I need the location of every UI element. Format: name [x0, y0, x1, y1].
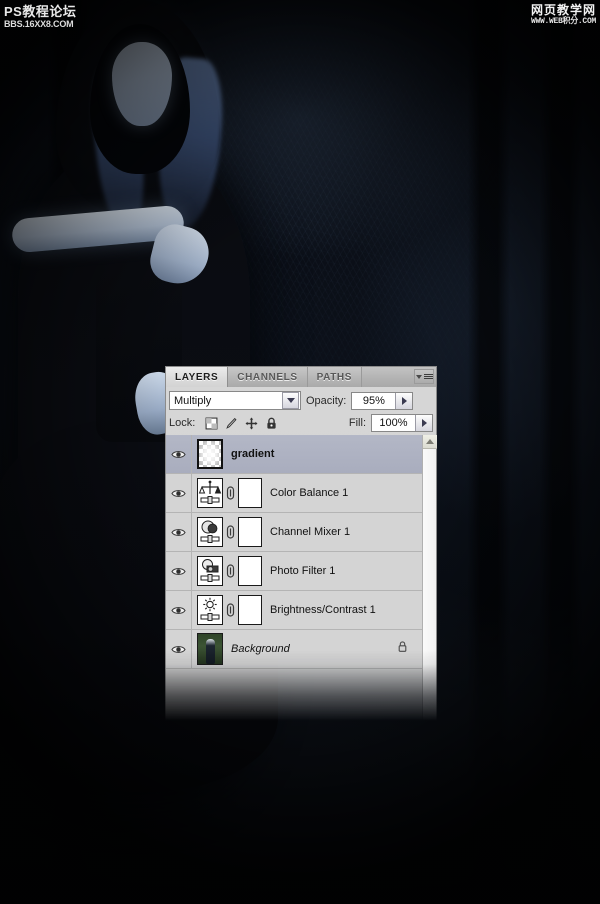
opacity-stepper-icon[interactable]: [395, 392, 413, 409]
table-row[interactable]: Brightness/Contrast 1: [166, 591, 436, 630]
link-mask-icon[interactable]: [226, 564, 235, 578]
lock-transparency-icon[interactable]: [205, 417, 218, 430]
layer-mask-thumbnail[interactable]: [238, 595, 262, 625]
color-balance-adjustment-icon: [198, 480, 222, 504]
layer-mask-thumbnail[interactable]: [238, 517, 262, 547]
lock-image-pixels-icon[interactable]: [225, 417, 238, 430]
layer-visibility-toggle[interactable]: [166, 474, 192, 512]
tab-paths[interactable]: PATHS: [307, 367, 363, 387]
opacity-label: Opacity:: [306, 394, 347, 407]
layer-name[interactable]: Channel Mixer 1: [270, 526, 350, 538]
layer-name[interactable]: Color Balance 1: [270, 487, 348, 499]
watermark-right-title: 网页教学网: [530, 3, 596, 17]
fill-label: Fill:: [348, 417, 366, 429]
layer-thumbnails: [192, 478, 262, 508]
table-row[interactable]: Background: [166, 630, 436, 669]
layer-list-scrollbar[interactable]: [422, 435, 437, 720]
photo-filter-adjustment-icon: [200, 559, 220, 582]
panel-tab-strip: LAYERS CHANNELS PATHS: [166, 367, 436, 387]
layer-name[interactable]: Background: [231, 643, 290, 655]
brightness-contrast-adjustment-icon: [200, 597, 220, 621]
scroll-up-arrow-icon[interactable]: [423, 435, 437, 449]
table-row[interactable]: Photo Filter 1: [166, 552, 436, 591]
layer-thumbnail[interactable]: [197, 439, 223, 469]
layer-thumbnail[interactable]: [197, 633, 223, 665]
chevron-down-icon[interactable]: [282, 392, 299, 409]
lock-icon-group: [205, 417, 278, 430]
lock-icon: [398, 641, 407, 652]
fill-group: Fill: 100%: [349, 414, 433, 432]
fill-stepper-icon[interactable]: [415, 415, 432, 431]
tab-layers[interactable]: LAYERS: [166, 367, 229, 387]
tab-paths-label: PATHS: [316, 371, 353, 383]
tab-channels[interactable]: CHANNELS: [228, 367, 308, 387]
table-row[interactable]: Color Balance 1: [166, 474, 436, 513]
table-row[interactable]: Channel Mixer 1: [166, 513, 436, 552]
blend-mode-value: Multiply: [174, 394, 212, 407]
fill-value: 100%: [379, 417, 408, 429]
layer-visibility-toggle[interactable]: [166, 513, 192, 551]
lock-fill-row: Lock: Fill: 100%: [169, 413, 433, 433]
layers-panel: LAYERS CHANNELS PATHS Multiply Opacity: …: [165, 366, 437, 721]
link-mask-icon[interactable]: [226, 486, 235, 500]
layer-thumbnails: [192, 595, 262, 625]
watermark-left-url: BBS.16XX8.COM: [4, 19, 74, 29]
eye-icon: [171, 450, 186, 458]
layer-thumbnail[interactable]: [197, 517, 223, 547]
fill-field[interactable]: 100%: [371, 414, 433, 432]
blend-opacity-row: Multiply Opacity: 95%: [169, 390, 433, 411]
panel-menu-lines-icon: [423, 374, 433, 379]
panel-menu-icon[interactable]: [414, 369, 434, 384]
eye-icon: [171, 528, 186, 536]
layer-thumbnail[interactable]: [197, 595, 223, 625]
table-row[interactable]: gradient: [166, 435, 436, 474]
eye-icon: [171, 489, 186, 497]
tab-channels-label: CHANNELS: [237, 371, 298, 383]
lock-position-icon[interactable]: [245, 417, 258, 430]
layer-visibility-toggle[interactable]: [166, 630, 192, 668]
link-mask-icon[interactable]: [226, 603, 235, 617]
watermark-left-title: PS教程论坛: [4, 4, 77, 19]
layer-visibility-toggle[interactable]: [166, 435, 192, 473]
layer-thumbnails: [192, 439, 223, 469]
layer-list[interactable]: gradient Color Balance 1 Channel Mixer 1…: [166, 435, 436, 720]
blend-mode-select[interactable]: Multiply: [169, 391, 301, 410]
watermark-right-url: WWW.WEB积分.COM: [531, 17, 596, 26]
layer-visibility-toggle[interactable]: [166, 591, 192, 629]
channel-mixer-adjustment-icon: [200, 520, 220, 543]
eye-icon: [171, 567, 186, 575]
layer-mask-thumbnail[interactable]: [238, 478, 262, 508]
layer-thumbnails: [192, 633, 223, 665]
eye-icon: [171, 645, 186, 653]
layer-locked-badge: [397, 640, 408, 658]
lock-label: Lock:: [169, 417, 196, 429]
opacity-field[interactable]: 95%: [351, 391, 414, 410]
layer-mask-thumbnail[interactable]: [238, 556, 262, 586]
layer-name[interactable]: Brightness/Contrast 1: [270, 604, 376, 616]
layer-visibility-toggle[interactable]: [166, 552, 192, 590]
opacity-value: 95%: [362, 394, 385, 407]
layer-thumbnail[interactable]: [197, 556, 223, 586]
lock-all-icon[interactable]: [265, 417, 278, 430]
watermark-left: PS教程论坛 BBS.16XX8.COM: [4, 4, 76, 30]
watermark-right: 网页教学网 WWW.WEB积分.COM: [531, 3, 596, 27]
tab-layers-label: LAYERS: [175, 371, 219, 383]
layer-name[interactable]: Photo Filter 1: [270, 565, 335, 577]
layer-thumbnails: [192, 517, 262, 547]
layer-name[interactable]: gradient: [231, 448, 274, 460]
link-mask-icon[interactable]: [226, 525, 235, 539]
panel-menu-triangle-icon: [415, 374, 422, 379]
layer-thumbnail[interactable]: [197, 478, 223, 508]
eye-icon: [171, 606, 186, 614]
layer-thumbnails: [192, 556, 262, 586]
